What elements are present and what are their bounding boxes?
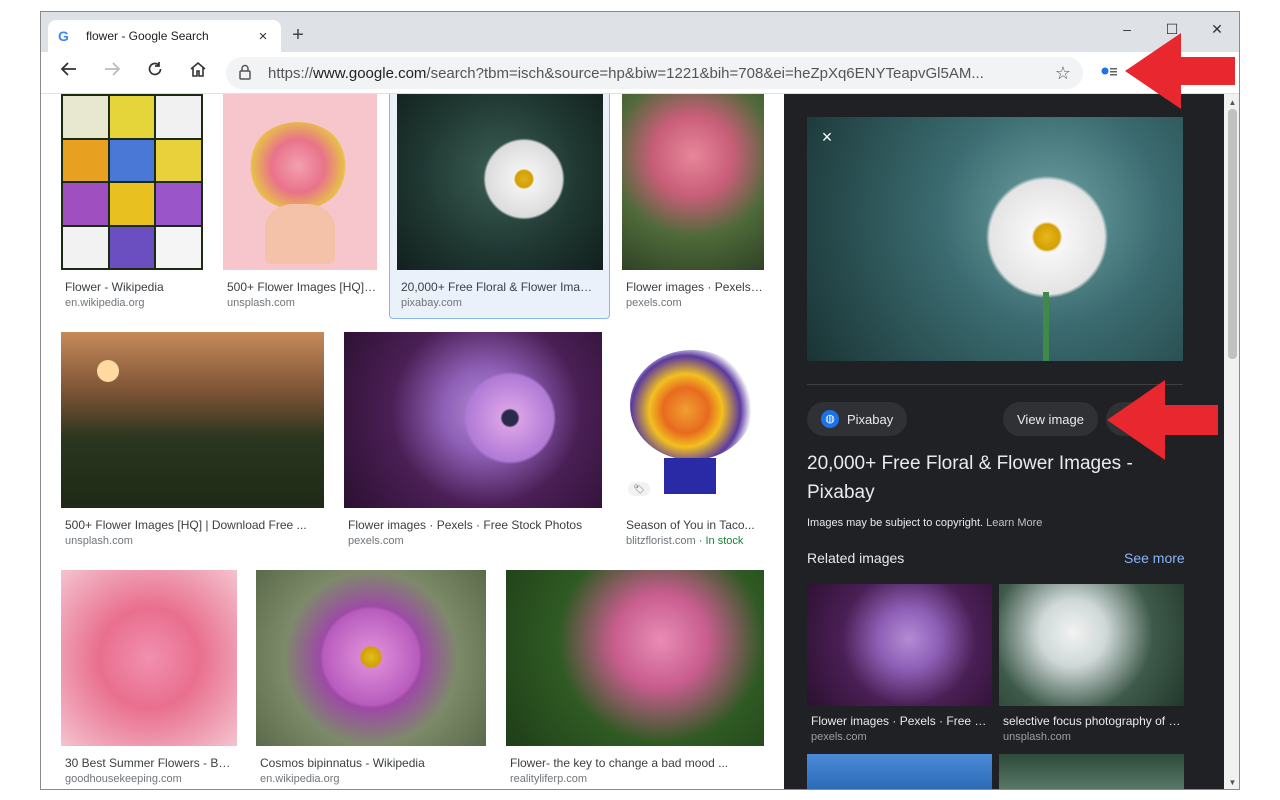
annotation-arrow-icon — [1107, 380, 1218, 460]
browser-window: G flower - Google Search × + – ☐ ✕ https… — [40, 11, 1240, 790]
result-thumbnail[interactable] — [223, 94, 377, 270]
result-thumbnail[interactable] — [61, 94, 203, 270]
image-result[interactable]: Flower- the key to change a bad mood ...… — [506, 570, 764, 789]
extension-icon[interactable] — [1101, 65, 1119, 81]
result-title[interactable]: 30 Best Summer Flowers - Best ... — [65, 756, 237, 770]
bookmark-star-icon[interactable]: ☆ — [1055, 63, 1071, 84]
image-result-selected[interactable]: 20,000+ Free Floral & Flower Images - Pi… — [397, 94, 603, 314]
tab-close-icon[interactable]: × — [255, 28, 271, 45]
related-thumbnail[interactable] — [807, 584, 992, 706]
result-thumbnail[interactable] — [256, 570, 486, 746]
scroll-down-arrow-icon[interactable]: ▼ — [1224, 774, 1239, 789]
image-result[interactable]: 30 Best Summer Flowers - Best ... goodho… — [61, 570, 237, 789]
result-title[interactable]: Flower images · Pexels · Free Stock Phot… — [348, 518, 598, 532]
preview-image[interactable] — [807, 117, 1183, 361]
related-thumbnail[interactable] — [999, 584, 1184, 706]
result-thumbnail[interactable] — [506, 570, 764, 746]
search-results-area: Flower - Wikipedia en.wikipedia.org 500+… — [41, 94, 1224, 789]
browser-tab[interactable]: G flower - Google Search × — [48, 20, 281, 52]
result-thumbnail[interactable]: 🏷 — [622, 332, 764, 508]
related-image[interactable]: Flower images · Pexels · Free Stock Phot… — [807, 584, 992, 743]
related-image[interactable]: selective focus photography of white dai… — [999, 584, 1184, 743]
source-site-button[interactable]: ◍ Pixabay — [807, 402, 908, 436]
result-source: blitzflorist.com · In stock — [626, 535, 744, 547]
result-source: unsplash.com — [65, 535, 133, 547]
source-site-label: Pixabay — [847, 411, 894, 427]
address-bar[interactable]: https://www.google.com/search?tbm=isch&s… — [226, 57, 1083, 89]
see-more-link[interactable]: See more — [1124, 550, 1185, 566]
image-result[interactable]: Flower - Wikipedia en.wikipedia.org — [61, 94, 203, 314]
forward-arrow-icon[interactable] — [98, 59, 126, 87]
result-title[interactable]: 500+ Flower Images [HQ] | Download Free … — [227, 280, 377, 294]
new-tab-button[interactable]: + — [286, 24, 310, 48]
result-source: en.wikipedia.org — [65, 297, 145, 309]
result-title[interactable]: Season of You in Taco... — [626, 518, 764, 532]
result-source: pexels.com — [348, 535, 404, 547]
image-result[interactable]: Flower images · Pexels · Free Stock Phot… — [344, 332, 602, 552]
image-result[interactable]: Flower images · Pexels · Free Stock Phot… — [622, 94, 764, 314]
back-arrow-icon[interactable] — [55, 59, 83, 87]
reload-icon[interactable] — [141, 59, 169, 87]
result-source: pexels.com — [626, 297, 682, 309]
copyright-notice: Images may be subject to copyright. Lear… — [807, 517, 1043, 529]
learn-more-link[interactable]: Learn More — [986, 517, 1042, 529]
result-thumbnail[interactable] — [344, 332, 602, 508]
result-title[interactable]: Cosmos bipinnatus - Wikipedia — [260, 756, 486, 770]
result-thumbnail[interactable] — [61, 570, 237, 746]
related-images-heading: Related images — [807, 550, 905, 566]
view-image-button[interactable]: View image — [1003, 402, 1098, 436]
home-icon[interactable] — [184, 59, 212, 87]
google-favicon-icon: G — [58, 28, 69, 44]
result-thumbnail[interactable] — [397, 94, 603, 270]
image-result[interactable]: 🏷 Season of You in Taco... blitzflorist.… — [622, 332, 764, 552]
result-source: en.wikipedia.org — [260, 773, 340, 785]
scroll-thumb[interactable] — [1228, 109, 1237, 359]
page-scrollbar[interactable]: ▲ ▼ — [1224, 94, 1239, 789]
result-thumbnail[interactable] — [61, 332, 324, 508]
tab-title: flower - Google Search — [86, 29, 209, 43]
image-result[interactable]: 500+ Flower Images [HQ] | Download Free … — [223, 94, 377, 314]
price-tag-icon: 🏷 — [628, 482, 650, 496]
image-result[interactable]: Cosmos bipinnatus - Wikipedia en.wikiped… — [256, 570, 486, 789]
result-title[interactable]: Flower - Wikipedia — [65, 280, 203, 294]
url-text: https://www.google.com/search?tbm=isch&s… — [268, 64, 984, 82]
tab-strip: G flower - Google Search × + – ☐ ✕ — [41, 12, 1239, 52]
result-title[interactable]: Flower- the key to change a bad mood ... — [510, 756, 760, 770]
result-title[interactable]: 20,000+ Free Floral & Flower Images - Pi… — [401, 280, 597, 294]
related-source: pexels.com — [811, 731, 867, 743]
result-title[interactable]: Flower images · Pexels · Free Stock Phot… — [626, 280, 764, 294]
lock-icon — [238, 64, 258, 83]
annotation-arrow-icon — [1125, 33, 1235, 109]
related-thumbnail[interactable] — [807, 754, 992, 789]
related-source: unsplash.com — [1003, 731, 1071, 743]
view-image-label: View image — [1017, 411, 1084, 427]
image-result[interactable]: 500+ Flower Images [HQ] | Download Free … — [61, 332, 324, 552]
result-thumbnail[interactable] — [622, 94, 764, 270]
browser-toolbar: https://www.google.com/search?tbm=isch&s… — [41, 52, 1239, 94]
related-title[interactable]: Flower images · Pexels · Free Stock Phot… — [807, 714, 992, 728]
globe-icon: ◍ — [821, 410, 839, 428]
result-source: pixabay.com — [401, 297, 462, 309]
result-source: goodhousekeeping.com — [65, 773, 182, 785]
result-source: realityliferp.com — [510, 773, 588, 785]
related-title[interactable]: selective focus photography of white dai… — [999, 714, 1184, 728]
related-thumbnail[interactable] — [999, 754, 1184, 789]
result-title[interactable]: 500+ Flower Images [HQ] | Download Free … — [65, 518, 315, 532]
result-source: unsplash.com — [227, 297, 295, 309]
close-preview-icon[interactable]: × — [816, 126, 838, 148]
